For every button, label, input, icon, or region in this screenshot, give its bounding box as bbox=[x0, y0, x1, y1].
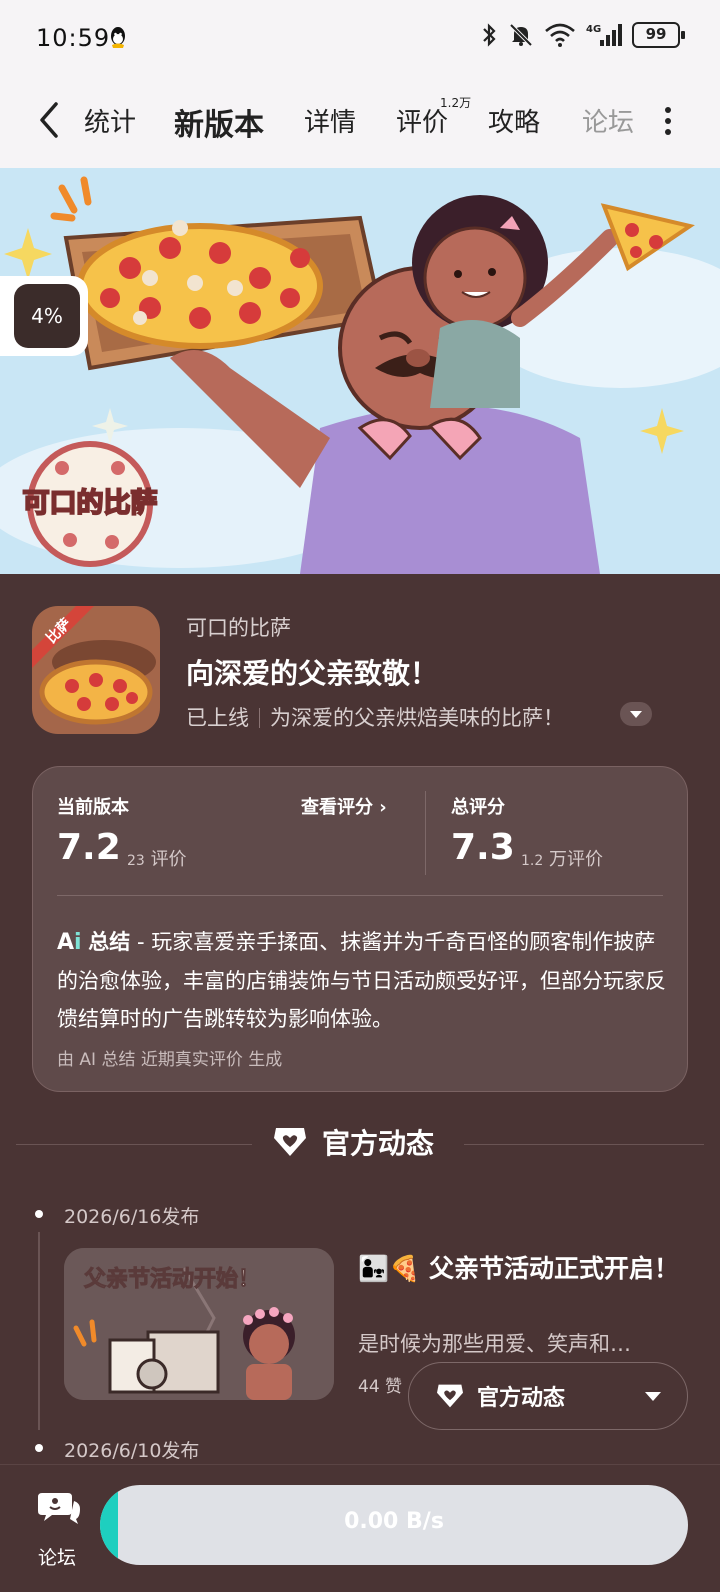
horizontal-divider bbox=[57, 895, 663, 896]
timeline-dot bbox=[35, 1444, 43, 1452]
ai-summary-text: - 玩家喜爱亲手揉面、抹酱并为千奇百怪的顾客制作披萨的治愈体验，丰富的店铺装饰与… bbox=[57, 930, 666, 1031]
current-version-label: 当前版本 bbox=[57, 797, 129, 818]
forum-label[interactable]: 论坛 bbox=[38, 1543, 76, 1570]
heart-shield-icon bbox=[274, 1128, 306, 1156]
total-score: 7.3 bbox=[451, 827, 515, 868]
more-options-icon[interactable] bbox=[664, 106, 672, 136]
status-time: 10:59 bbox=[36, 24, 111, 52]
bluetooth-icon bbox=[483, 23, 496, 47]
total-count: 1.2 万评价 bbox=[521, 849, 603, 870]
heart-shield-icon bbox=[437, 1384, 463, 1408]
ai-sparkle-icon: Ai bbox=[57, 930, 82, 955]
post-thumbnail[interactable]: 父亲节活动开始！ bbox=[64, 1248, 334, 1400]
post-date: 2026/6/10发布 bbox=[64, 1440, 200, 1462]
post-likes: 44 赞 bbox=[358, 1377, 403, 1397]
bottom-bar: 论坛 0.00 B/s bbox=[0, 1464, 720, 1592]
timeline-line bbox=[38, 1232, 40, 1430]
tab-guides[interactable]: 攻略 bbox=[488, 102, 540, 139]
battery-indicator: 99 bbox=[632, 22, 685, 48]
section-divider-right bbox=[464, 1144, 704, 1145]
section-title: 官方动态 bbox=[322, 1127, 435, 1160]
section-jump-dropdown[interactable]: 官方动态 bbox=[408, 1362, 688, 1430]
section-header: 官方动态 bbox=[272, 1122, 434, 1162]
post-date: 2026/6/16发布 bbox=[64, 1206, 200, 1228]
pizza-emoji-icon: 🍕 bbox=[389, 1254, 421, 1283]
ai-summary-title: 总结 bbox=[88, 930, 131, 954]
thumb-caption: 父亲节活动开始！ bbox=[84, 1266, 260, 1292]
banner-logo-text: 可口的比萨 bbox=[23, 487, 158, 519]
vertical-divider bbox=[425, 791, 426, 875]
progress-percent: 4% bbox=[14, 284, 80, 348]
post-title[interactable]: 👨‍👧🍕 父亲节活动正式开启！ bbox=[358, 1250, 688, 1288]
chevron-right-icon: › bbox=[379, 797, 387, 818]
chevron-down-icon bbox=[645, 1392, 661, 1401]
ai-summary: Ai 总结 - 玩家喜爱亲手揉面、抹酱并为千奇百怪的顾客制作披萨的治愈体验，丰富… bbox=[57, 923, 669, 1038]
status-bar: 10:59 4G 99 bbox=[0, 0, 720, 80]
expand-description-button[interactable] bbox=[620, 702, 652, 726]
reviews-count-badge: 1.2万 bbox=[440, 96, 472, 110]
release-status: 已上线 bbox=[186, 706, 249, 730]
tab-details[interactable]: 详情 bbox=[304, 102, 356, 139]
banner-artwork: 可口的比萨 bbox=[0, 168, 720, 574]
view-ratings-link[interactable]: 查看评分 › bbox=[301, 793, 387, 819]
app-status-line: 已上线 为深爱的父亲烘焙美味的比萨！ bbox=[186, 702, 564, 732]
tab-forum[interactable]: 论坛 bbox=[582, 102, 634, 139]
post-excerpt: 是时候为那些用爱、笑声和… bbox=[358, 1332, 631, 1356]
app-tagline: 为深爱的父亲烘焙美味的比萨！ bbox=[270, 706, 564, 730]
current-version-score: 7.2 bbox=[57, 827, 121, 868]
wifi-icon bbox=[545, 23, 575, 47]
tab-bar: 统计 新版本 详情 评价 1.2万 攻略 论坛 bbox=[0, 80, 720, 168]
tab-new-version[interactable]: 新版本 bbox=[170, 100, 268, 144]
back-arrow-icon[interactable] bbox=[30, 98, 70, 142]
mute-bell-icon bbox=[509, 23, 533, 47]
cellular-signal-icon: 4G bbox=[586, 24, 622, 46]
family-emoji-icon: 👨‍👧 bbox=[358, 1254, 390, 1283]
svg-text:4G: 4G bbox=[586, 24, 601, 35]
dropdown-label: 官方动态 bbox=[477, 1386, 566, 1411]
status-divider bbox=[259, 708, 260, 728]
total-rating-label: 总评分 bbox=[451, 797, 505, 818]
download-button[interactable]: 0.00 B/s bbox=[100, 1485, 688, 1565]
ai-summary-footer: 由 AI 总结 近期真实评价 生成 bbox=[57, 1050, 283, 1070]
section-divider-left bbox=[16, 1144, 252, 1145]
qq-icon bbox=[111, 27, 125, 48]
floating-progress-widget[interactable]: 4% bbox=[0, 276, 88, 356]
tab-stats[interactable]: 统计 bbox=[84, 102, 136, 139]
app-name: 可口的比萨 bbox=[186, 616, 291, 640]
forum-chat-icon[interactable] bbox=[38, 1489, 80, 1525]
download-speed: 0.00 B/s bbox=[344, 1509, 444, 1534]
timeline-dot bbox=[35, 1210, 43, 1218]
hero-banner[interactable]: 可口的比萨 bbox=[0, 168, 720, 574]
rating-card: 当前版本 查看评分 › 7.2 23 评价 总评分 7.3 1.2 万评价 Ai… bbox=[32, 766, 688, 1092]
update-headline: 向深爱的父亲致敬！ bbox=[186, 657, 439, 690]
current-version-count: 23 评价 bbox=[127, 849, 187, 870]
app-icon: 比萨 bbox=[32, 606, 160, 734]
